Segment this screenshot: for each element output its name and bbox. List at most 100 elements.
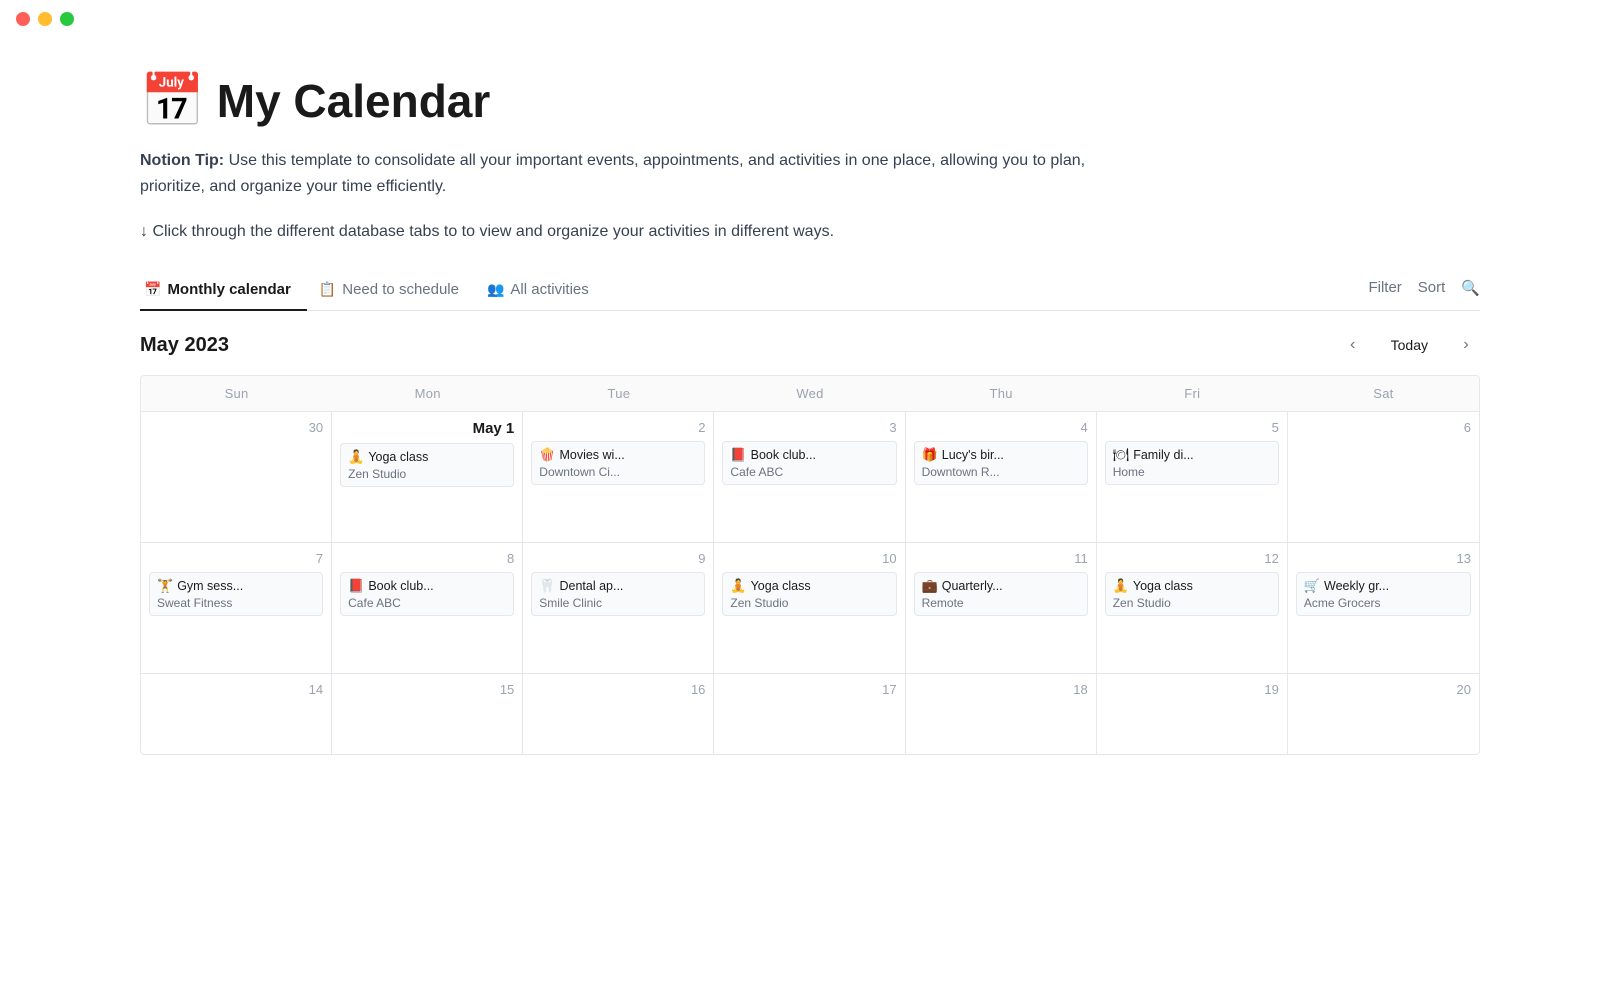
movies-icon: 🍿 (539, 447, 555, 463)
traffic-lights (16, 12, 74, 26)
day-number-2: 2 (531, 420, 705, 435)
all-activities-icon: 👥 (487, 281, 504, 298)
quarterly-icon: 💼 (922, 578, 938, 594)
day-number-10: 10 (722, 551, 896, 566)
sort-button[interactable]: Sort (1418, 279, 1446, 296)
event-birthday-may4[interactable]: 🎁 Lucy's bir... Downtown R... (914, 441, 1088, 485)
notion-tip: Notion Tip: Use this template to consoli… (140, 148, 1140, 199)
day-number-19: 19 (1105, 682, 1279, 697)
day-number-17: 17 (722, 682, 896, 697)
title-bar (0, 0, 1600, 34)
day-number-4: 4 (914, 420, 1088, 435)
filter-button[interactable]: Filter (1368, 279, 1401, 296)
tab-all-activities-label: All activities (510, 281, 588, 298)
calendar-container: May 2023 ‹ Today › Sun Mon Tue Wed Thu F… (140, 311, 1480, 755)
calendar-month-title: May 2023 (140, 334, 229, 357)
day-number-6: 6 (1296, 420, 1471, 435)
filter-label: Filter (1368, 279, 1401, 296)
event-name-yoga-may12: Yoga class (1133, 579, 1193, 593)
day-header-sat: Sat (1288, 376, 1479, 411)
event-yoga-may10[interactable]: 🧘 Yoga class Zen Studio (722, 572, 896, 616)
dental-icon: 🦷 (539, 578, 555, 594)
calendar-day-13: 13 🛒 Weekly gr... Acme Grocers (1288, 543, 1479, 673)
calendar-day-10: 10 🧘 Yoga class Zen Studio (714, 543, 905, 673)
gym-icon-may7: 🏋 (157, 578, 173, 594)
day-number-8: 8 (340, 551, 514, 566)
day-header-thu: Thu (906, 376, 1097, 411)
day-header-tue: Tue (523, 376, 714, 411)
calendar-day-19: 19 (1097, 674, 1288, 754)
maximize-button[interactable] (60, 12, 74, 26)
calendar-day-7: 7 🏋 Gym sess... Sweat Fitness (141, 543, 332, 673)
database-tabs: 📅 Monthly calendar 📋 Need to schedule 👥 … (140, 273, 1480, 311)
calendar-day-11: 11 💼 Quarterly... Remote (906, 543, 1097, 673)
event-yoga-may1[interactable]: 🧘 Yoga class Zen Studio (340, 443, 514, 487)
day-number-3: 3 (722, 420, 896, 435)
calendar-day-14: 14 (141, 674, 332, 754)
click-tip: ↓ Click through the different database t… (140, 223, 1480, 241)
today-button[interactable]: Today (1379, 333, 1440, 357)
event-quarterly-may11[interactable]: 💼 Quarterly... Remote (914, 572, 1088, 616)
event-title-dental: 🦷 Dental ap... (539, 578, 697, 594)
event-location-yoga-may10: Zen Studio (730, 596, 888, 610)
birthday-icon: 🎁 (922, 447, 938, 463)
notion-tip-text: Use this template to consolidate all you… (140, 152, 1085, 195)
calendar-day-12: 12 🧘 Yoga class Zen Studio (1097, 543, 1288, 673)
day-header-wed: Wed (714, 376, 905, 411)
tab-need-to-schedule[interactable]: 📋 Need to schedule (315, 273, 475, 310)
search-icon[interactable]: 🔍 (1461, 279, 1480, 297)
event-grocery-may13[interactable]: 🛒 Weekly gr... Acme Grocers (1296, 572, 1471, 616)
calendar-day-8: 8 📕 Book club... Cafe ABC (332, 543, 523, 673)
event-title-movies: 🍿 Movies wi... (539, 447, 697, 463)
event-gym-may7[interactable]: 🏋 Gym sess... Sweat Fitness (149, 572, 323, 616)
calendar-week-1: 30 May 1 🧘 Yoga class Zen Studio (141, 412, 1479, 543)
event-yoga-may12[interactable]: 🧘 Yoga class Zen Studio (1105, 572, 1279, 616)
calendar-week-2: 7 🏋 Gym sess... Sweat Fitness 8 (141, 543, 1479, 674)
event-movies-may2[interactable]: 🍿 Movies wi... Downtown Ci... (531, 441, 705, 485)
grocery-icon: 🛒 (1304, 578, 1320, 594)
page-title: My Calendar (217, 74, 491, 128)
event-location-movies: Downtown Ci... (539, 465, 697, 479)
yoga-icon-may10: 🧘 (730, 578, 746, 594)
day-number-12: 12 (1105, 551, 1279, 566)
event-dental-may9[interactable]: 🦷 Dental ap... Smile Clinic (531, 572, 705, 616)
event-location-grocery: Acme Grocers (1304, 596, 1463, 610)
day-number-20: 20 (1296, 682, 1471, 697)
event-location-quarterly: Remote (922, 596, 1080, 610)
event-family-dinner-may5[interactable]: 🍽 Family di... Home (1105, 441, 1279, 485)
event-name-yoga-may1: Yoga class (368, 450, 428, 464)
sort-label: Sort (1418, 279, 1446, 296)
day-number-may1: May 1 (340, 420, 514, 437)
calendar-day-4: 4 🎁 Lucy's bir... Downtown R... (906, 412, 1097, 542)
tabs-right: Filter Sort 🔍 (1368, 279, 1480, 305)
minimize-button[interactable] (38, 12, 52, 26)
calendar-day-18: 18 (906, 674, 1097, 754)
tab-all-activities[interactable]: 👥 All activities (483, 273, 605, 310)
tab-monthly-calendar[interactable]: 📅 Monthly calendar (140, 273, 307, 310)
day-number-13: 13 (1296, 551, 1471, 566)
next-month-button[interactable]: › (1452, 331, 1480, 359)
close-button[interactable] (16, 12, 30, 26)
day-header-fri: Fri (1097, 376, 1288, 411)
page-content: 📅 My Calendar Notion Tip: Use this templ… (0, 34, 1600, 795)
calendar-weeks: 30 May 1 🧘 Yoga class Zen Studio (141, 412, 1479, 754)
event-name-quarterly: Quarterly... (942, 579, 1003, 593)
event-name-bookclub-may3: Book club... (751, 448, 816, 462)
event-location-family-dinner: Home (1113, 465, 1271, 479)
prev-month-button[interactable]: ‹ (1339, 331, 1367, 359)
notion-tip-prefix: Notion Tip: (140, 152, 224, 169)
search-button[interactable]: 🔍 (1461, 279, 1480, 297)
event-name-bookclub-may8: Book club... (368, 579, 433, 593)
event-bookclub-may3[interactable]: 📕 Book club... Cafe ABC (722, 441, 896, 485)
calendar-day-30: 30 (141, 412, 332, 542)
tab-need-to-schedule-label: Need to schedule (342, 281, 459, 298)
event-title-grocery: 🛒 Weekly gr... (1304, 578, 1463, 594)
event-title-birthday: 🎁 Lucy's bir... (922, 447, 1080, 463)
day-number-30: 30 (149, 420, 323, 435)
event-title-yoga-may10: 🧘 Yoga class (730, 578, 888, 594)
calendar-grid: Sun Mon Tue Wed Thu Fri Sat 30 May 1 (140, 375, 1480, 755)
event-title-quarterly: 💼 Quarterly... (922, 578, 1080, 594)
calendar-day-may1: May 1 🧘 Yoga class Zen Studio (332, 412, 523, 542)
event-bookclub-may8[interactable]: 📕 Book club... Cafe ABC (340, 572, 514, 616)
event-name-gym-may7: Gym sess... (177, 579, 243, 593)
